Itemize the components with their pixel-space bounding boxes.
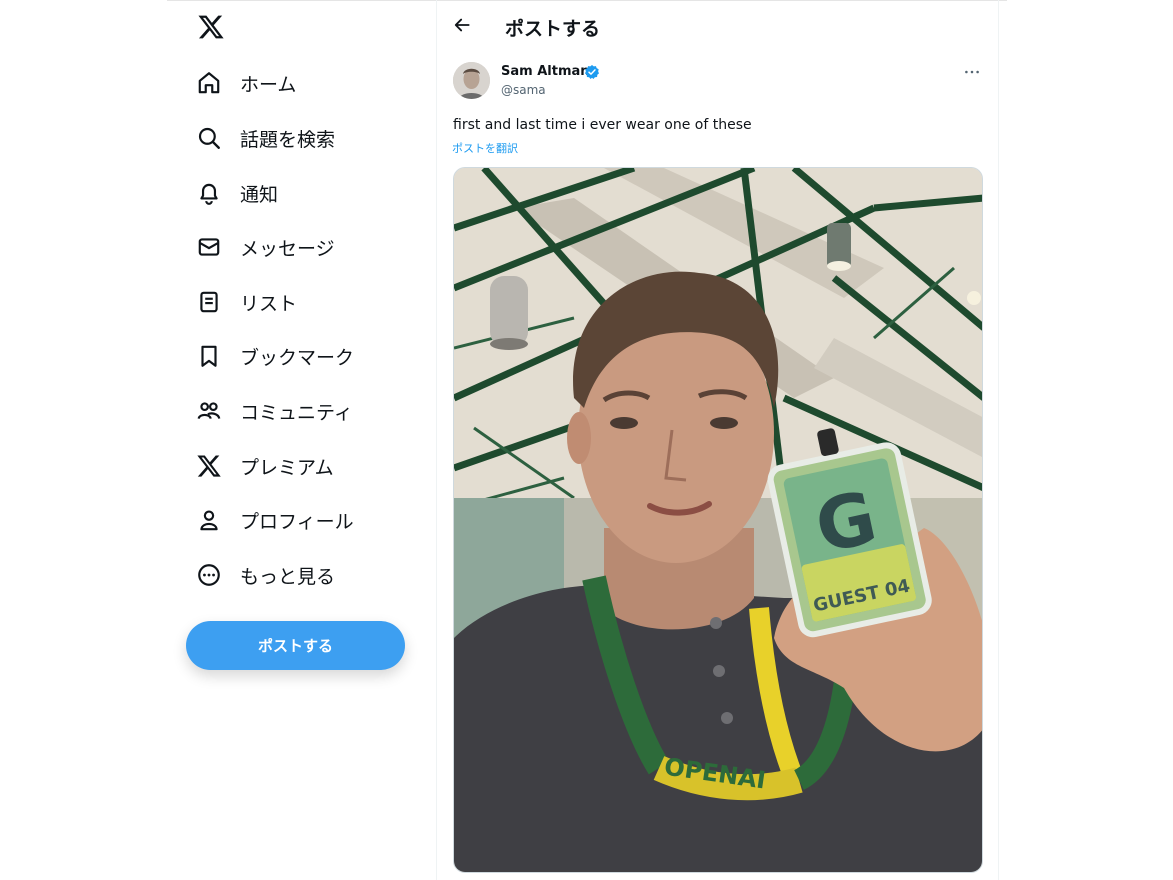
- sidebar-item-messages[interactable]: メッセージ: [195, 227, 335, 267]
- x-premium-icon: [195, 452, 223, 480]
- more-circle-icon: [195, 561, 223, 589]
- photo-illustration: OPENAI G GUEST 04: [454, 168, 982, 872]
- search-icon: [195, 124, 223, 152]
- more-options-icon[interactable]: [962, 64, 982, 80]
- sidebar-item-label: メッセージ: [240, 237, 335, 260]
- x-logo-icon[interactable]: [197, 13, 225, 41]
- author-handle[interactable]: @sama: [501, 83, 546, 97]
- author-name[interactable]: Sam Altman: [501, 64, 590, 79]
- sidebar-item-label: プレミアム: [240, 456, 334, 479]
- mail-icon: [195, 233, 223, 261]
- sidebar-item-more[interactable]: もっと見る: [195, 555, 335, 595]
- sidebar-item-profile[interactable]: プロフィール: [195, 500, 354, 540]
- page-title: ポストする: [505, 18, 601, 40]
- tweet-author: Sam Altman @sama: [453, 62, 988, 104]
- sidebar-item-notifications[interactable]: 通知: [195, 173, 278, 213]
- sidebar-item-label: 通知: [240, 183, 279, 206]
- profile-icon: [195, 506, 223, 534]
- sidebar-item-label: ホーム: [240, 73, 297, 96]
- sidebar-item-premium[interactable]: プレミアム: [195, 446, 334, 486]
- column-divider: [998, 0, 999, 880]
- list-icon: [195, 288, 223, 316]
- communities-icon: [195, 397, 223, 425]
- sidebar: ホーム 話題を検索 通知 メッセージ リスト ブックマーク コミュニティ プレミ…: [167, 0, 437, 880]
- translate-post-link[interactable]: ポストを翻訳: [452, 140, 518, 156]
- back-arrow-icon[interactable]: [451, 14, 473, 36]
- post-button[interactable]: ポストする: [186, 621, 405, 670]
- column-divider: [436, 0, 437, 880]
- post-header: ポストする: [437, 0, 998, 52]
- avatar[interactable]: [453, 62, 490, 99]
- sidebar-item-bookmarks[interactable]: ブックマーク: [195, 336, 354, 376]
- sidebar-item-communities[interactable]: コミュニティ: [195, 391, 353, 431]
- sidebar-item-label: ブックマーク: [240, 346, 355, 369]
- bell-icon: [195, 179, 223, 207]
- sidebar-item-label: リスト: [240, 292, 298, 315]
- verified-badge-icon: [584, 64, 600, 80]
- home-icon: [195, 69, 223, 97]
- tweet-photo[interactable]: OPENAI G GUEST 04: [453, 167, 983, 873]
- sidebar-item-label: プロフィール: [240, 510, 354, 533]
- sidebar-item-lists[interactable]: リスト: [195, 282, 297, 322]
- sidebar-item-label: コミュニティ: [240, 401, 353, 424]
- tweet-text: first and last time i ever wear one of t…: [453, 117, 752, 133]
- sidebar-item-label: もっと見る: [240, 565, 336, 588]
- sidebar-item-label: 話題を検索: [240, 128, 336, 151]
- sidebar-item-home[interactable]: ホーム: [195, 63, 296, 103]
- bookmark-icon: [195, 342, 223, 370]
- sidebar-item-explore[interactable]: 話題を検索: [195, 118, 335, 158]
